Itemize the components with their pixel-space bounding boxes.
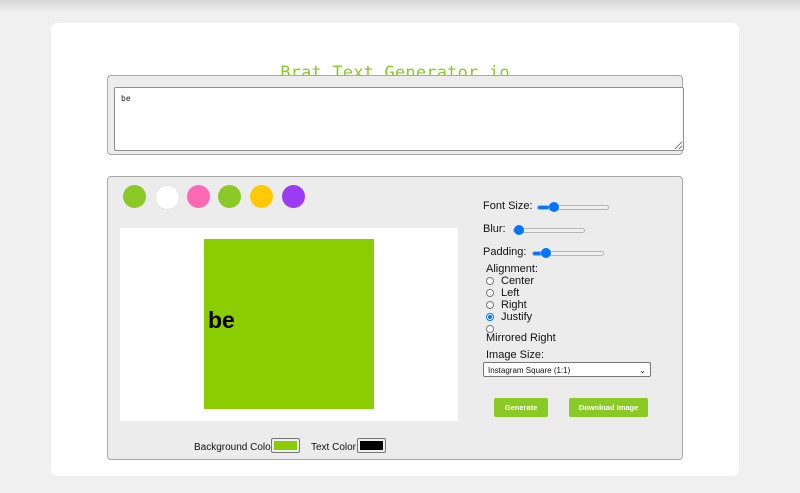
alignment-label: Alignment:	[486, 263, 538, 275]
browser-top-bar	[0, 0, 800, 12]
blur-thumb[interactable]	[514, 225, 524, 235]
text-color-label: Text Color:	[311, 442, 359, 453]
image-size-label: Image Size:	[486, 349, 545, 361]
radio-left[interactable]	[486, 289, 494, 297]
chevron-down-icon: ⌄	[639, 366, 646, 375]
radio-justify[interactable]	[486, 313, 494, 321]
swatch-white[interactable]	[155, 185, 180, 210]
swatch-yellow[interactable]	[250, 185, 273, 208]
alignment-option-mirrored-right[interactable]: Mirrored Right	[486, 323, 606, 347]
swatch-green[interactable]	[123, 185, 146, 208]
alignment-option-label: Mirrored Right	[486, 332, 556, 344]
text-color-chip	[360, 441, 383, 450]
background-color-picker[interactable]	[271, 438, 300, 453]
alignment-option-label: Justify	[501, 311, 533, 323]
swatch-pink[interactable]	[187, 185, 210, 208]
radio-right[interactable]	[486, 301, 494, 309]
text-input[interactable]	[114, 87, 684, 151]
background-color-chip	[274, 441, 297, 450]
alignment-option-label: Left	[501, 287, 520, 299]
alignment-option-label: Center	[501, 275, 535, 287]
font-size-label: Font Size:	[483, 200, 533, 212]
font-size-thumb[interactable]	[548, 202, 559, 212]
generate-button[interactable]: Generate	[494, 398, 548, 417]
radio-center[interactable]	[486, 277, 494, 285]
controls-panel: be Background Color: Text Color: Font Si…	[107, 176, 683, 460]
blur-slider[interactable]	[513, 225, 585, 235]
blur-label: Blur:	[483, 223, 506, 235]
preview-text: be	[208, 307, 235, 333]
image-size-value: Instagram Square (1:1)	[488, 366, 571, 375]
background-color-label: Background Color:	[194, 442, 277, 453]
font-size-slider[interactable]	[537, 202, 609, 212]
alignment-option-label: Right	[501, 299, 527, 311]
padding-label: Padding:	[483, 246, 527, 258]
font-size-fill	[538, 206, 549, 209]
settings-column: Font Size: Blur: Padding: Alignment: Cen…	[483, 177, 678, 457]
padding-thumb[interactable]	[541, 248, 552, 258]
preview-canvas: be	[204, 239, 374, 409]
image-size-select[interactable]: Instagram Square (1:1) ⌄	[483, 362, 651, 377]
text-color-picker[interactable]	[357, 438, 386, 453]
swatch-green-2[interactable]	[218, 185, 241, 208]
padding-fill	[533, 252, 542, 255]
swatch-purple[interactable]	[282, 185, 305, 208]
text-input-panel	[107, 75, 684, 155]
preview-area: be	[120, 228, 458, 421]
download-image-button[interactable]: Download Image	[569, 398, 648, 417]
padding-slider[interactable]	[532, 248, 604, 258]
